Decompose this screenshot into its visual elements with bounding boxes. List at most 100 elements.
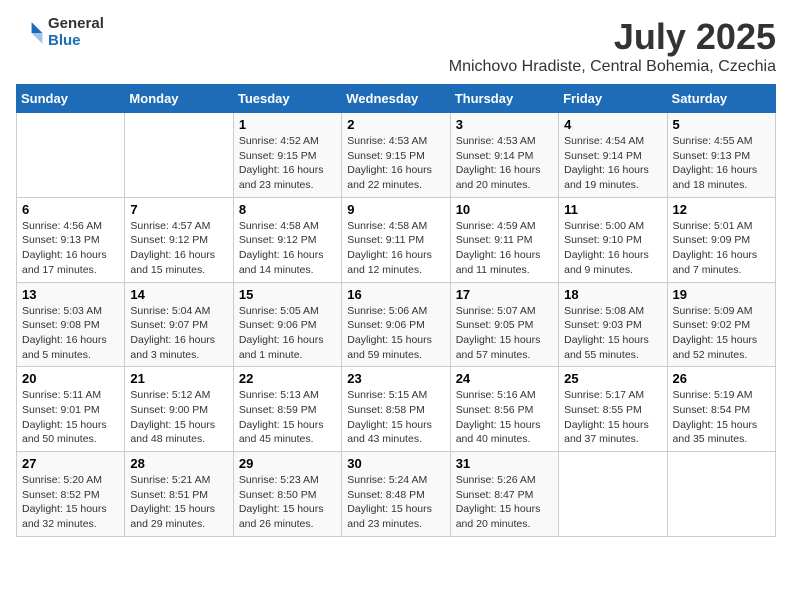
day-info: Sunrise: 5:05 AM Sunset: 9:06 PM Dayligh… <box>239 304 336 363</box>
day-info: Sunrise: 4:58 AM Sunset: 9:12 PM Dayligh… <box>239 219 336 278</box>
logo-general: General <box>48 16 104 33</box>
day-number: 10 <box>456 202 553 217</box>
calendar-cell: 6 Sunrise: 4:56 AM Sunset: 9:13 PM Daylig… <box>17 197 125 282</box>
day-number: 16 <box>347 287 444 302</box>
day-number: 21 <box>130 371 227 386</box>
calendar-cell: 19 Sunrise: 5:09 AM Sunset: 9:02 PM Dayli… <box>667 282 775 367</box>
logo: General Blue <box>16 16 104 49</box>
column-header-thursday: Thursday <box>450 85 558 113</box>
calendar-cell: 2Sunrise: 4:53 AM Sunset: 9:15 PM Daylig… <box>342 113 450 198</box>
day-info: Sunrise: 5:15 AM Sunset: 8:58 PM Dayligh… <box>347 388 444 447</box>
calendar-cell <box>559 452 667 537</box>
day-info: Sunrise: 5:04 AM Sunset: 9:07 PM Dayligh… <box>130 304 227 363</box>
day-info: Sunrise: 5:24 AM Sunset: 8:48 PM Dayligh… <box>347 473 444 532</box>
day-number: 28 <box>130 456 227 471</box>
calendar-cell: 22 Sunrise: 5:13 AM Sunset: 8:59 PM Dayli… <box>233 367 341 452</box>
day-number: 25 <box>564 371 661 386</box>
calendar-cell: 10Sunrise: 4:59 AM Sunset: 9:11 PM Dayli… <box>450 197 558 282</box>
calendar-cell: 28 Sunrise: 5:21 AM Sunset: 8:51 PM Dayli… <box>125 452 233 537</box>
calendar-cell: 13 Sunrise: 5:03 AM Sunset: 9:08 PM Dayli… <box>17 282 125 367</box>
day-number: 23 <box>347 371 444 386</box>
calendar-cell: 1Sunrise: 4:52 AM Sunset: 9:15 PM Daylig… <box>233 113 341 198</box>
day-number: 4 <box>564 117 661 132</box>
calendar-cell: 20Sunrise: 5:11 AM Sunset: 9:01 PM Dayli… <box>17 367 125 452</box>
calendar-header-row: SundayMondayTuesdayWednesdayThursdayFrid… <box>17 85 776 113</box>
day-info: Sunrise: 5:07 AM Sunset: 9:05 PM Dayligh… <box>456 304 553 363</box>
subtitle: Mnichovo Hradiste, Central Bohemia, Czec… <box>449 58 776 76</box>
day-info: Sunrise: 5:16 AM Sunset: 8:56 PM Dayligh… <box>456 388 553 447</box>
calendar-cell: 29 Sunrise: 5:23 AM Sunset: 8:50 PM Dayli… <box>233 452 341 537</box>
day-info: Sunrise: 5:23 AM Sunset: 8:50 PM Dayligh… <box>239 473 336 532</box>
day-number: 19 <box>673 287 770 302</box>
column-header-wednesday: Wednesday <box>342 85 450 113</box>
day-info: Sunrise: 5:01 AM Sunset: 9:09 PM Dayligh… <box>673 219 770 278</box>
day-info: Sunrise: 5:21 AM Sunset: 8:51 PM Dayligh… <box>130 473 227 532</box>
calendar-cell: 9Sunrise: 4:58 AM Sunset: 9:11 PM Daylig… <box>342 197 450 282</box>
main-title: July 2025 <box>449 16 776 58</box>
day-number: 14 <box>130 287 227 302</box>
column-header-monday: Monday <box>125 85 233 113</box>
calendar-cell: 18 Sunrise: 5:08 AM Sunset: 9:03 PM Dayli… <box>559 282 667 367</box>
day-number: 17 <box>456 287 553 302</box>
logo-icon <box>16 19 44 47</box>
day-number: 5 <box>673 117 770 132</box>
calendar-week-row: 13 Sunrise: 5:03 AM Sunset: 9:08 PM Dayli… <box>17 282 776 367</box>
day-info: Sunrise: 5:20 AM Sunset: 8:52 PM Dayligh… <box>22 473 119 532</box>
calendar-week-row: 27 Sunrise: 5:20 AM Sunset: 8:52 PM Dayli… <box>17 452 776 537</box>
day-number: 29 <box>239 456 336 471</box>
day-info: Sunrise: 5:06 AM Sunset: 9:06 PM Dayligh… <box>347 304 444 363</box>
column-header-friday: Friday <box>559 85 667 113</box>
calendar-cell: 5 Sunrise: 4:55 AM Sunset: 9:13 PM Daylig… <box>667 113 775 198</box>
day-number: 3 <box>456 117 553 132</box>
calendar-cell <box>17 113 125 198</box>
calendar-cell: 24Sunrise: 5:16 AM Sunset: 8:56 PM Dayli… <box>450 367 558 452</box>
day-info: Sunrise: 5:08 AM Sunset: 9:03 PM Dayligh… <box>564 304 661 363</box>
day-info: Sunrise: 4:57 AM Sunset: 9:12 PM Dayligh… <box>130 219 227 278</box>
day-info: Sunrise: 5:09 AM Sunset: 9:02 PM Dayligh… <box>673 304 770 363</box>
day-info: Sunrise: 4:56 AM Sunset: 9:13 PM Dayligh… <box>22 219 119 278</box>
title-block: July 2025 Mnichovo Hradiste, Central Boh… <box>449 16 776 76</box>
calendar-cell: 31Sunrise: 5:26 AM Sunset: 8:47 PM Dayli… <box>450 452 558 537</box>
day-info: Sunrise: 4:54 AM Sunset: 9:14 PM Dayligh… <box>564 134 661 193</box>
column-header-saturday: Saturday <box>667 85 775 113</box>
calendar-cell: 3 Sunrise: 4:53 AM Sunset: 9:14 PM Daylig… <box>450 113 558 198</box>
calendar-cell: 25 Sunrise: 5:17 AM Sunset: 8:55 PM Dayli… <box>559 367 667 452</box>
calendar-cell: 8 Sunrise: 4:58 AM Sunset: 9:12 PM Daylig… <box>233 197 341 282</box>
day-info: Sunrise: 5:12 AM Sunset: 9:00 PM Dayligh… <box>130 388 227 447</box>
calendar-week-row: 6 Sunrise: 4:56 AM Sunset: 9:13 PM Daylig… <box>17 197 776 282</box>
day-info: Sunrise: 5:13 AM Sunset: 8:59 PM Dayligh… <box>239 388 336 447</box>
day-number: 8 <box>239 202 336 217</box>
calendar-cell: 27 Sunrise: 5:20 AM Sunset: 8:52 PM Dayli… <box>17 452 125 537</box>
calendar-cell: 16 Sunrise: 5:06 AM Sunset: 9:06 PM Dayli… <box>342 282 450 367</box>
day-number: 27 <box>22 456 119 471</box>
day-number: 2 <box>347 117 444 132</box>
day-number: 12 <box>673 202 770 217</box>
calendar-cell: 14 Sunrise: 5:04 AM Sunset: 9:07 PM Dayli… <box>125 282 233 367</box>
day-info: Sunrise: 5:19 AM Sunset: 8:54 PM Dayligh… <box>673 388 770 447</box>
day-number: 26 <box>673 371 770 386</box>
day-number: 1 <box>239 117 336 132</box>
calendar-week-row: 20Sunrise: 5:11 AM Sunset: 9:01 PM Dayli… <box>17 367 776 452</box>
day-number: 13 <box>22 287 119 302</box>
page-header: General Blue July 2025 Mnichovo Hradiste… <box>16 16 776 76</box>
day-info: Sunrise: 5:17 AM Sunset: 8:55 PM Dayligh… <box>564 388 661 447</box>
day-info: Sunrise: 5:03 AM Sunset: 9:08 PM Dayligh… <box>22 304 119 363</box>
calendar-cell: 12 Sunrise: 5:01 AM Sunset: 9:09 PM Dayli… <box>667 197 775 282</box>
day-info: Sunrise: 5:11 AM Sunset: 9:01 PM Dayligh… <box>22 388 119 447</box>
column-header-sunday: Sunday <box>17 85 125 113</box>
day-number: 7 <box>130 202 227 217</box>
day-number: 22 <box>239 371 336 386</box>
calendar-cell <box>667 452 775 537</box>
day-number: 31 <box>456 456 553 471</box>
calendar-cell: 26 Sunrise: 5:19 AM Sunset: 8:54 PM Dayli… <box>667 367 775 452</box>
day-number: 30 <box>347 456 444 471</box>
calendar-week-row: 1Sunrise: 4:52 AM Sunset: 9:15 PM Daylig… <box>17 113 776 198</box>
day-info: Sunrise: 4:53 AM Sunset: 9:14 PM Dayligh… <box>456 134 553 193</box>
day-number: 6 <box>22 202 119 217</box>
day-number: 15 <box>239 287 336 302</box>
calendar-cell: 4 Sunrise: 4:54 AM Sunset: 9:14 PM Daylig… <box>559 113 667 198</box>
day-info: Sunrise: 4:55 AM Sunset: 9:13 PM Dayligh… <box>673 134 770 193</box>
calendar-cell <box>125 113 233 198</box>
day-number: 18 <box>564 287 661 302</box>
day-info: Sunrise: 4:58 AM Sunset: 9:11 PM Dayligh… <box>347 219 444 278</box>
